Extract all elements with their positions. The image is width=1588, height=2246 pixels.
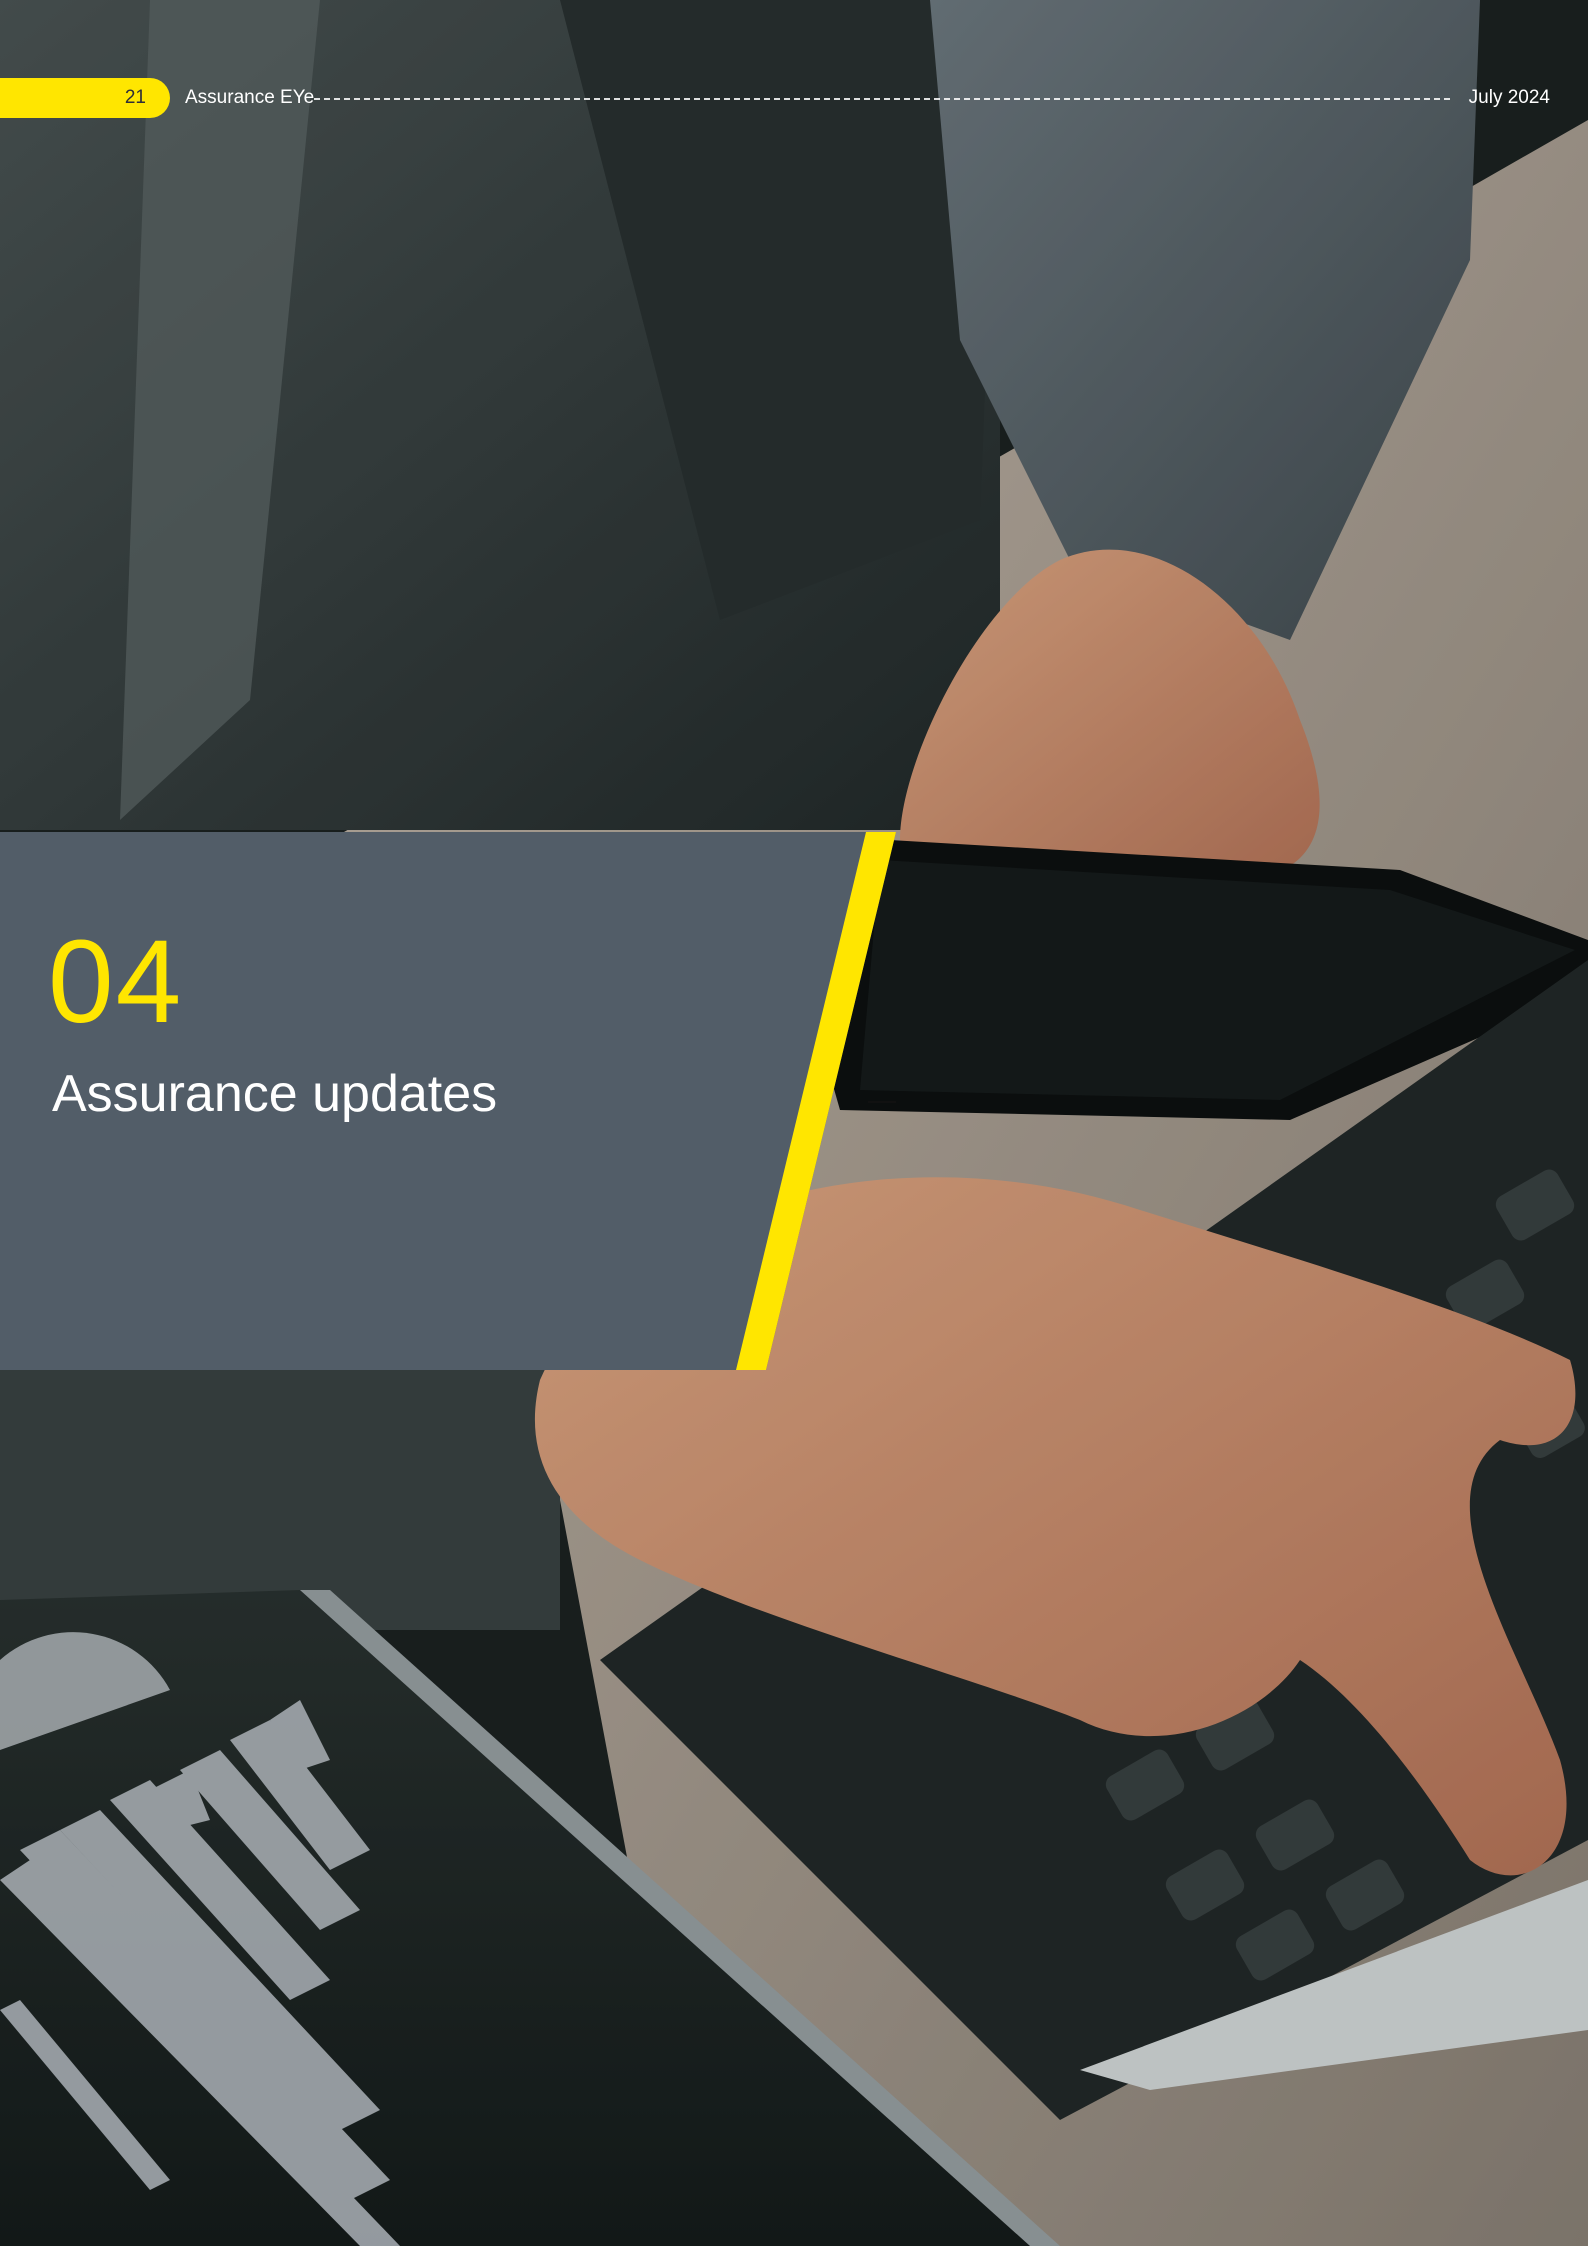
section-panel: 04 Assurance updates [0, 832, 900, 1370]
page-number: 21 [124, 87, 146, 108]
header-dashed-rule [314, 98, 1450, 100]
section-number: 04 [48, 916, 184, 1048]
page-header: 21 Assurance EYe July 2024 [0, 78, 1588, 118]
publication-date: July 2024 [1468, 87, 1550, 108]
publication-title: Assurance EYe [185, 87, 315, 108]
section-title: Assurance updates [52, 1065, 498, 1123]
page-number-tab: 21 [0, 78, 170, 118]
